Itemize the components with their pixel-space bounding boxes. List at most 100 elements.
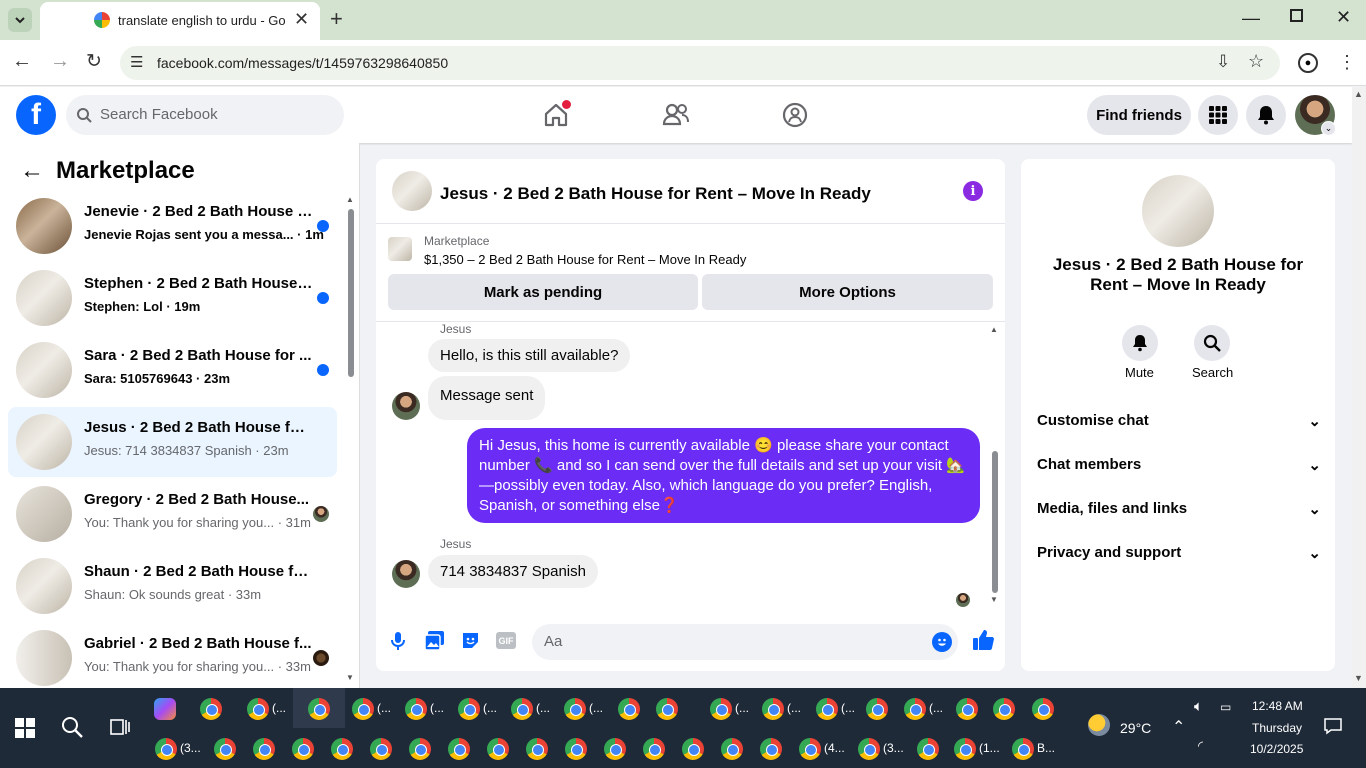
tray-chevron-up-icon[interactable]: ⌃ — [1172, 717, 1185, 737]
message-input[interactable]: Aa — [532, 624, 958, 660]
forward-icon[interactable]: → — [50, 50, 70, 73]
chrome-taskbar-icon[interactable] — [405, 698, 427, 720]
clock-date[interactable]: 10/2/2025 — [1250, 742, 1303, 756]
more-options-button[interactable]: More Options — [702, 274, 993, 310]
sender-avatar[interactable] — [392, 560, 420, 588]
incoming-message[interactable]: 714 3834837 Spanish — [428, 555, 598, 588]
account-chevron-icon[interactable]: ⌄ — [1321, 121, 1336, 136]
install-app-icon[interactable]: ⇩ — [1216, 52, 1230, 72]
scroll-up-icon[interactable]: ▲ — [990, 325, 998, 334]
chrome-taskbar-icon[interactable] — [331, 738, 353, 760]
tab-search-button[interactable] — [8, 8, 32, 32]
active-tab[interactable]: translate english to urdu - Goog ✕ — [40, 2, 320, 40]
sender-avatar[interactable] — [392, 392, 420, 420]
weather-temp[interactable]: 29°C — [1120, 720, 1151, 736]
chrome-taskbar-icon[interactable] — [458, 698, 480, 720]
mark-as-pending-button[interactable]: Mark as pending — [388, 274, 698, 310]
scroll-down-icon[interactable]: ▼ — [346, 673, 354, 682]
chrome-taskbar-icon[interactable] — [710, 698, 732, 720]
chrome-taskbar-icon[interactable] — [858, 738, 880, 760]
section-customise-chat[interactable]: Customise chat ⌄ — [1037, 412, 1321, 430]
restore-icon[interactable] — [1290, 9, 1303, 22]
chat-scrollbar[interactable]: ▲ ▼ — [990, 325, 1000, 605]
chrome-taskbar-icon[interactable] — [799, 738, 821, 760]
url-text[interactable]: facebook.com/messages/t/1459763298640850 — [157, 55, 448, 71]
facebook-logo-icon[interactable]: f — [16, 95, 56, 135]
chrome-taskbar-icon[interactable] — [370, 738, 392, 760]
microphone-icon[interactable] — [390, 631, 406, 651]
thread-item-jesus[interactable]: Jesus · 2 Bed 2 Bath House for R... Jesu… — [8, 407, 337, 477]
thread-item-sara[interactable]: Sara · 2 Bed 2 Bath House for ... Sara: … — [8, 335, 337, 405]
close-window-icon[interactable]: ✕ — [1336, 7, 1351, 28]
incoming-message[interactable]: Hello, is this still available? — [428, 339, 631, 372]
speaker-icon[interactable]: 🔈︎ — [1194, 698, 1203, 715]
chrome-taskbar-icon[interactable] — [954, 738, 976, 760]
scroll-up-icon[interactable]: ▲ — [346, 195, 354, 204]
chrome-taskbar-icon[interactable] — [214, 738, 236, 760]
back-arrow-icon[interactable]: ← — [20, 157, 44, 185]
chrome-taskbar-icon[interactable] — [656, 698, 678, 720]
chrome-taskbar-icon[interactable] — [816, 698, 838, 720]
menu-button[interactable] — [1198, 95, 1238, 135]
wifi-icon[interactable]: ◜ — [1198, 738, 1203, 754]
sticker-icon[interactable] — [461, 631, 480, 650]
new-tab-button[interactable]: + — [330, 6, 343, 32]
chrome-taskbar-icon[interactable] — [993, 698, 1015, 720]
reload-icon[interactable]: ↻ — [86, 50, 102, 73]
chrome-taskbar-icon[interactable] — [292, 738, 314, 760]
thread-item-shaun[interactable]: Shaun · 2 Bed 2 Bath House for ... Shaun… — [8, 551, 337, 621]
bookmark-star-icon[interactable]: ☆ — [1248, 51, 1264, 72]
emoji-icon[interactable] — [932, 632, 952, 652]
address-bar[interactable]: ☰ facebook.com/messages/t/14597632986408… — [120, 46, 1280, 80]
thread-item-gabriel[interactable]: Gabriel · 2 Bed 2 Bath House f... You: T… — [8, 623, 337, 693]
listing-avatar[interactable] — [1142, 175, 1214, 247]
find-friends-button[interactable]: Find friends — [1087, 95, 1191, 135]
chrome-taskbar-icon[interactable] — [904, 698, 926, 720]
clock-day[interactable]: Thursday — [1252, 721, 1302, 735]
chat-header-avatar[interactable] — [392, 171, 432, 211]
chat-header-title[interactable]: Jesus · 2 Bed 2 Bath House for Rent – Mo… — [440, 184, 871, 204]
thread-item-jenevie[interactable]: Jenevie · 2 Bed 2 Bath House f... Jenevi… — [8, 191, 337, 261]
chrome-taskbar-icon[interactable] — [866, 698, 888, 720]
photo-icon[interactable] — [425, 631, 444, 650]
section-media-files-links[interactable]: Media, files and links ⌄ — [1037, 500, 1321, 518]
info-icon[interactable]: i — [963, 181, 983, 201]
section-privacy-support[interactable]: Privacy and support ⌄ — [1037, 544, 1321, 562]
weather-icon[interactable] — [1088, 714, 1110, 736]
scroll-down-icon[interactable]: ▼ — [1354, 673, 1363, 683]
thread-list-scrollbar[interactable]: ▲ ▼ — [346, 195, 356, 685]
chrome-taskbar-icon[interactable] — [682, 738, 704, 760]
groups-nav-button[interactable] — [782, 102, 808, 133]
chrome-taskbar-icon[interactable] — [618, 698, 640, 720]
chrome-taskbar-icon[interactable] — [352, 698, 374, 720]
search-in-chat-button[interactable] — [1194, 325, 1230, 361]
back-icon[interactable]: ← — [12, 50, 32, 73]
section-chat-members[interactable]: Chat members ⌄ — [1037, 456, 1321, 474]
chrome-taskbar-icon[interactable] — [564, 698, 586, 720]
chrome-taskbar-icon[interactable] — [253, 738, 275, 760]
battery-icon[interactable]: ▭ — [1220, 700, 1231, 714]
scroll-down-icon[interactable]: ▼ — [990, 595, 998, 604]
chrome-taskbar-icon[interactable] — [200, 698, 222, 720]
search-facebook-field[interactable]: Search Facebook — [66, 95, 344, 135]
thread-item-gregory[interactable]: Gregory · 2 Bed 2 Bath House... You: Tha… — [8, 479, 337, 549]
chrome-taskbar-icon[interactable] — [917, 738, 939, 760]
scroll-thumb[interactable] — [348, 209, 354, 377]
tab-close-icon[interactable]: ✕ — [294, 9, 309, 30]
chrome-taskbar-icon[interactable] — [643, 738, 665, 760]
chrome-taskbar-icon[interactable] — [409, 738, 431, 760]
page-scrollbar[interactable]: ▲ ▼ — [1352, 87, 1366, 688]
friends-nav-button[interactable] — [662, 102, 690, 133]
chrome-taskbar-icon[interactable] — [448, 738, 470, 760]
chrome-taskbar-icon[interactable] — [762, 698, 784, 720]
minimize-icon[interactable]: — — [1242, 8, 1260, 29]
like-thumb-icon[interactable] — [972, 629, 994, 651]
chrome-taskbar-icon[interactable] — [604, 738, 626, 760]
chrome-taskbar-icon[interactable] — [511, 698, 533, 720]
chrome-taskbar-icon[interactable] — [487, 738, 509, 760]
notification-center-icon[interactable] — [1324, 717, 1342, 735]
chrome-taskbar-icon[interactable] — [1032, 698, 1054, 720]
chrome-taskbar-icon[interactable] — [308, 698, 330, 720]
mute-button[interactable] — [1122, 325, 1158, 361]
chrome-taskbar-icon[interactable] — [721, 738, 743, 760]
